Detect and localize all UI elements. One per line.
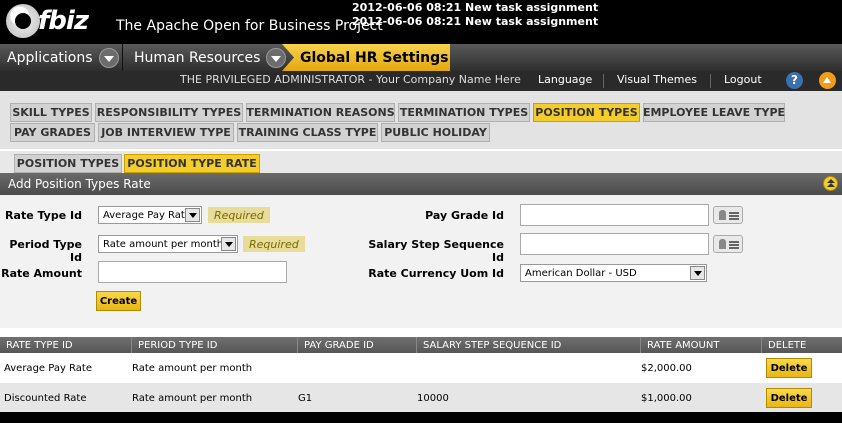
logo-circle-icon — [6, 4, 40, 38]
column-header: PERIOD TYPE ID — [131, 337, 297, 353]
user-name: THE PRIVILEGED ADMINISTRATOR - Your Comp… — [180, 73, 521, 86]
required-badge: Required — [243, 236, 305, 252]
tab-position-types[interactable]: POSITION TYPES — [533, 103, 640, 122]
human-resources-label: Human Resources — [134, 49, 261, 66]
table-header: RATE TYPE ID PERIOD TYPE ID PAY GRADE ID… — [0, 337, 842, 353]
ofbiz-logo[interactable]: fbiz — [6, 2, 89, 40]
tab-skill-types[interactable]: SKILL TYPES — [10, 103, 92, 122]
column-header: DELETE — [761, 337, 842, 353]
column-header: SALARY STEP SEQUENCE ID — [416, 337, 640, 353]
tab-pay-grades[interactable]: PAY GRADES — [10, 123, 95, 142]
salary-step-cell: 10000 — [417, 392, 449, 404]
notification-item[interactable]: 2012-06-06 08:21 New task assignment — [352, 1, 598, 15]
pay-grade-label: Pay Grade Id — [425, 209, 504, 222]
rate-type-label: Rate Type Id — [5, 209, 82, 222]
tab-position-type-rate[interactable]: POSITION TYPE RATE — [124, 154, 260, 173]
global-hr-settings-label: Global HR Settings — [300, 49, 449, 66]
chevron-down-icon[interactable] — [185, 208, 200, 222]
chevron-down-icon[interactable] — [690, 266, 705, 280]
tab-training-class-type[interactable]: TRAINING CLASS TYPE — [237, 123, 378, 142]
pay-grade-cell: G1 — [298, 392, 313, 404]
tab-employee-leave-type[interactable]: EMPLOYEE LEAVE TYPE — [643, 103, 785, 122]
form-panel-header: Add Position Types Rate — [0, 173, 842, 195]
divider — [603, 74, 604, 88]
add-rate-form: Rate Type Id Average Pay Rate Required P… — [0, 195, 842, 328]
rate-type-cell: Discounted Rate — [4, 392, 87, 404]
human-resources-menu[interactable]: Human Resources — [134, 44, 287, 71]
applications-label: Applications — [7, 49, 93, 66]
rate-amount-input[interactable] — [98, 261, 287, 283]
rate-amount-cell: $2,000.00 — [641, 362, 692, 374]
salary-step-label: Salary Step Sequence Id — [368, 238, 504, 264]
rates-table: RATE TYPE ID PERIOD TYPE ID PAY GRADE ID… — [0, 328, 842, 423]
pay-grade-input[interactable] — [520, 204, 709, 226]
rate-type-select[interactable]: Average Pay Rate — [98, 206, 202, 224]
form-title: Add Position Types Rate — [8, 177, 151, 191]
period-type-value: Rate amount per month — [103, 238, 224, 250]
panel-tabs: POSITION TYPES POSITION TYPE RATE — [0, 151, 842, 173]
language-link[interactable]: Language — [538, 73, 592, 86]
rate-type-cell: Average Pay Rate — [4, 362, 92, 374]
chevron-down-icon[interactable] — [266, 47, 287, 68]
table-row: Average Pay Rate Rate amount per month $… — [0, 353, 842, 383]
currency-value: American Dollar - USD — [525, 267, 637, 279]
global-hr-settings-tab[interactable]: Global HR Settings — [282, 44, 450, 71]
page: fbiz The Apache Open for Business Projec… — [0, 0, 842, 423]
chevron-down-icon[interactable] — [98, 47, 119, 68]
applications-menu[interactable]: Applications — [7, 44, 119, 71]
period-type-cell: Rate amount per month — [132, 362, 253, 374]
tab-termination-types[interactable]: TERMINATION TYPES — [398, 103, 530, 122]
logo-text: fbiz — [38, 6, 89, 36]
divider — [710, 74, 711, 88]
create-button[interactable]: Create — [96, 291, 141, 311]
main-content: SKILL TYPES RESPONSIBILITY TYPES TERMINA… — [0, 91, 842, 423]
column-header: PAY GRADE ID — [297, 337, 416, 353]
tab-position-types-list[interactable]: POSITION TYPES — [14, 154, 122, 173]
tab-job-interview-type[interactable]: JOB INTERVIEW TYPE — [98, 123, 234, 142]
column-header: RATE TYPE ID — [6, 339, 73, 351]
scroll-top-icon[interactable] — [819, 72, 836, 89]
period-type-cell: Rate amount per month — [132, 392, 253, 404]
header: fbiz The Apache Open for Business Projec… — [0, 0, 842, 44]
currency-label: Rate Currency Uom Id — [368, 267, 504, 280]
column-header: RATE AMOUNT — [640, 337, 761, 353]
period-type-select[interactable]: Rate amount per month — [98, 235, 238, 253]
tab-responsibility-types[interactable]: RESPONSIBILITY TYPES — [95, 103, 243, 122]
delete-button[interactable]: Delete — [766, 358, 812, 378]
tab-termination-reasons[interactable]: TERMINATION REASONS — [246, 103, 395, 122]
rate-type-value: Average Pay Rate — [103, 209, 191, 221]
tagline: The Apache Open for Business Project — [116, 18, 383, 34]
notifications: 2012-06-06 08:21 New task assignment 201… — [352, 1, 598, 29]
logout-link[interactable]: Logout — [724, 73, 762, 86]
user-bar: THE PRIVILEGED ADMINISTRATOR - Your Comp… — [0, 71, 842, 91]
divider — [122, 44, 123, 71]
rate-amount-label: Rate Amount — [1, 267, 82, 280]
visual-themes-link[interactable]: Visual Themes — [617, 73, 697, 86]
rate-amount-cell: $1,000.00 — [641, 392, 692, 404]
currency-select[interactable]: American Dollar - USD — [520, 264, 707, 282]
required-badge: Required — [208, 207, 270, 223]
tab-public-holiday[interactable]: PUBLIC HOLIDAY — [381, 123, 490, 142]
footer-strip — [0, 412, 842, 423]
salary-step-input[interactable] — [520, 233, 709, 255]
delete-button[interactable]: Delete — [766, 388, 812, 408]
chevron-down-icon[interactable] — [221, 237, 236, 251]
lookup-icon[interactable] — [713, 235, 743, 253]
lookup-icon[interactable] — [713, 206, 743, 224]
help-icon[interactable]: ? — [786, 72, 803, 89]
table-row: Discounted Rate Rate amount per month G1… — [0, 383, 842, 413]
collapse-icon[interactable] — [823, 176, 838, 191]
period-type-label: Period Type Id — [9, 238, 82, 264]
sub-navigation: SKILL TYPES RESPONSIBILITY TYPES TERMINA… — [0, 91, 842, 149]
notification-item[interactable]: 2012-06-06 08:21 New task assignment — [352, 15, 598, 29]
